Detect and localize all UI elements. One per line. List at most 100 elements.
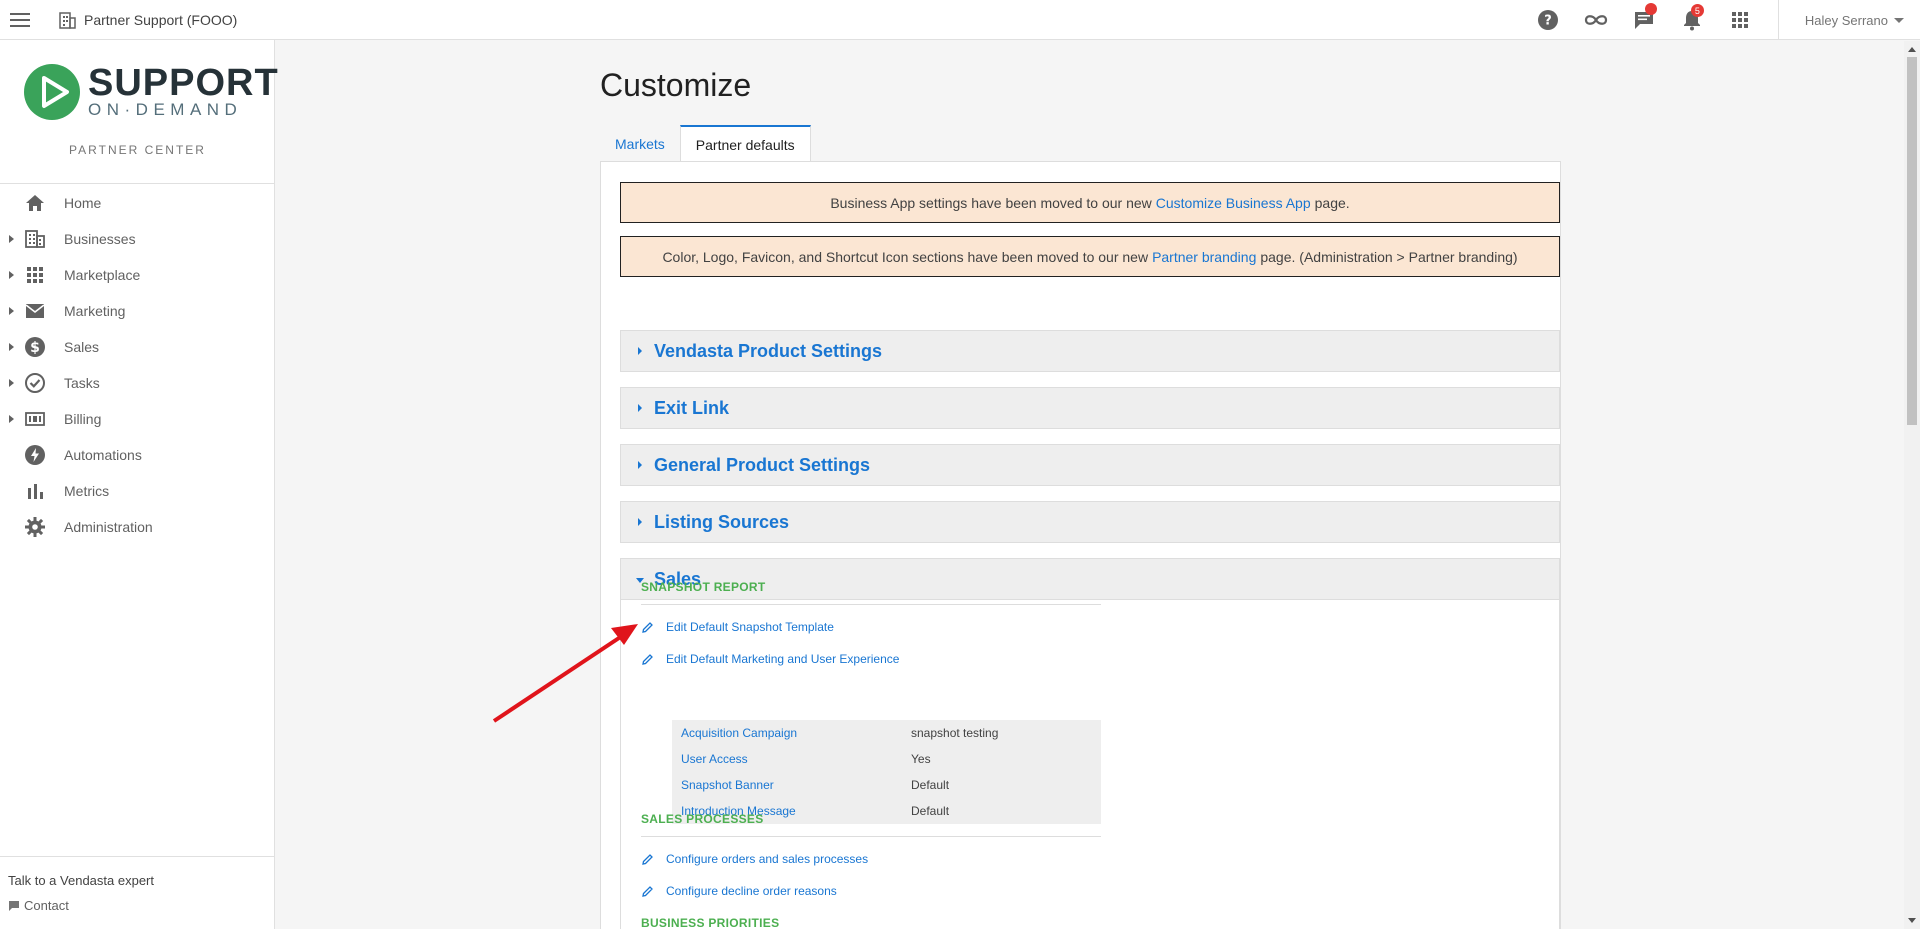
accordion-title: Exit Link <box>654 397 730 418</box>
sidebar-item-sales[interactable]: $ Sales <box>0 329 274 365</box>
sidebar-item-marketing[interactable]: Marketing <box>0 293 274 329</box>
sidebar-item-tasks[interactable]: Tasks <box>0 365 274 401</box>
org-name: Partner Support (FOOO) <box>84 11 238 28</box>
detail-key[interactable]: Acquisition Campaign <box>681 726 797 740</box>
sidebar-nav: Home Businesses Marketplace Marketing $ … <box>0 184 274 545</box>
accordion-listing-sources[interactable]: Listing Sources <box>620 501 1560 543</box>
sidebar-footer: Talk to a Vendasta expert Contact <box>0 856 274 929</box>
expand-arrow-icon <box>638 518 642 526</box>
link-label: Configure orders and sales processes <box>666 852 869 866</box>
scroll-down-icon[interactable] <box>1908 918 1916 923</box>
link-label: Configure decline order reasons <box>666 884 837 898</box>
configure-decline-reasons-link[interactable]: Configure decline order reasons <box>641 884 837 898</box>
accordion-exit-link[interactable]: Exit Link <box>620 387 1560 429</box>
expert-heading: Talk to a Vendasta expert <box>8 873 154 888</box>
divider <box>641 836 1101 837</box>
link-label: Edit Default Snapshot Template <box>666 620 834 634</box>
accordion-vendasta-product-settings[interactable]: Vendasta Product Settings <box>620 330 1560 372</box>
org-switcher[interactable]: Partner Support (FOOO) <box>58 11 237 29</box>
bell-icon[interactable]: 5 <box>1668 0 1716 40</box>
link-label: Edit Default Marketing and User Experien… <box>666 652 900 666</box>
expand-caret-icon <box>9 235 14 243</box>
expand-caret-icon <box>9 307 14 315</box>
sidebar-item-marketplace[interactable]: Marketplace <box>0 257 274 293</box>
sidebar-item-label: Marketplace <box>64 267 141 283</box>
top-bar: Partner Support (FOOO) ? 5 Haley Serrano <box>0 0 1920 40</box>
caret-down-icon <box>1894 17 1904 23</box>
pencil-icon <box>642 621 653 633</box>
sidebar-item-label: Sales <box>64 339 100 355</box>
sidebar-item-label: Metrics <box>64 483 110 499</box>
notice-text: Color, Logo, Favicon, and Shortcut Icon … <box>662 248 1149 265</box>
detail-value: snapshot testing <box>911 726 999 740</box>
customize-business-app-link[interactable]: Customize Business App <box>1156 195 1311 211</box>
bolt-icon <box>25 445 45 465</box>
sidebar: SUPPORT ON·DEMAND PARTNER CENTER Home Bu… <box>0 40 278 929</box>
sidebar-item-label: Marketing <box>64 303 126 319</box>
sidebar-item-label: Businesses <box>64 231 136 247</box>
sidebar-item-administration[interactable]: Administration <box>0 509 274 545</box>
gear-icon <box>25 517 45 537</box>
edit-snapshot-template-link[interactable]: Edit Default Snapshot Template <box>641 620 834 634</box>
contact-link[interactable]: Contact <box>8 898 274 913</box>
sidebar-item-businesses[interactable]: Businesses <box>0 221 274 257</box>
expand-arrow-icon <box>638 404 642 412</box>
chat-icon <box>9 900 19 911</box>
scroll-thumb[interactable] <box>1907 57 1917 425</box>
user-menu[interactable]: Haley Serrano <box>1779 13 1920 28</box>
divider <box>641 604 1101 605</box>
svg-text:$: $ <box>30 340 40 356</box>
grid-icon <box>27 267 43 283</box>
expand-caret-icon <box>9 379 14 387</box>
contact-label: Contact <box>24 898 69 913</box>
sidebar-item-home[interactable]: Home <box>0 185 274 221</box>
scroll-up-icon[interactable] <box>1908 47 1916 52</box>
hamburger-menu-icon[interactable] <box>0 0 40 40</box>
logo-title: SUPPORT <box>88 62 279 104</box>
detail-value: Yes <box>911 752 931 766</box>
apps-grid-icon[interactable] <box>1716 0 1764 40</box>
user-name: Haley Serrano <box>1804 12 1888 28</box>
tab-partner-defaults[interactable]: Partner defaults <box>679 125 811 163</box>
sidebar-item-label: Home <box>64 195 102 211</box>
infinity-icon[interactable] <box>1572 0 1620 40</box>
table-row: Acquisition Campaign snapshot testing <box>672 720 1101 746</box>
sidebar-item-billing[interactable]: Billing <box>0 401 274 437</box>
partner-branding-link[interactable]: Partner branding <box>1152 249 1256 265</box>
branding-notice: Color, Logo, Favicon, and Shortcut Icon … <box>620 236 1560 277</box>
chat-icon[interactable] <box>1620 0 1668 40</box>
tab-markets[interactable]: Markets <box>600 125 680 162</box>
edit-marketing-experience-link[interactable]: Edit Default Marketing and User Experien… <box>641 652 899 666</box>
billing-icon <box>25 412 45 426</box>
dollar-icon: $ <box>25 337 45 357</box>
pencil-icon <box>642 653 653 665</box>
scrollbar[interactable] <box>1904 41 1920 929</box>
building-icon <box>25 230 45 248</box>
snapshot-report-heading: SNAPSHOT REPORT <box>641 580 766 594</box>
sidebar-item-label: Tasks <box>64 375 100 391</box>
page-title: Customize <box>600 67 752 103</box>
sidebar-item-label: Administration <box>64 519 153 535</box>
expand-caret-icon <box>9 415 14 423</box>
table-row: Snapshot Banner Default <box>672 772 1101 798</box>
business-priorities-heading: BUSINESS PRIORITIES <box>641 916 780 929</box>
expand-caret-icon <box>9 271 14 279</box>
sidebar-item-automations[interactable]: Automations <box>0 437 274 473</box>
notice-text: Business App settings have been moved to… <box>830 194 1152 211</box>
chat-badge <box>1644 3 1657 15</box>
help-icon[interactable]: ? <box>1524 0 1572 40</box>
detail-key[interactable]: User Access <box>681 752 748 766</box>
accordion-general-product-settings[interactable]: General Product Settings <box>620 444 1560 486</box>
notice-text: page. <box>1314 194 1350 211</box>
logo[interactable]: SUPPORT ON·DEMAND PARTNER CENTER <box>0 40 278 184</box>
configure-orders-link[interactable]: Configure orders and sales processes <box>641 852 868 866</box>
detail-value: Default <box>911 804 950 818</box>
expand-caret-icon <box>9 343 14 351</box>
accordion-title: General Product Settings <box>654 454 871 475</box>
detail-key[interactable]: Snapshot Banner <box>681 778 774 792</box>
sales-processes-heading: SALES PROCESSES <box>641 812 764 826</box>
sidebar-item-metrics[interactable]: Metrics <box>0 473 274 509</box>
check-circle-icon <box>25 373 45 393</box>
partner-center-label: PARTNER CENTER <box>69 143 206 157</box>
accordion-title: Vendasta Product Settings <box>654 340 883 361</box>
